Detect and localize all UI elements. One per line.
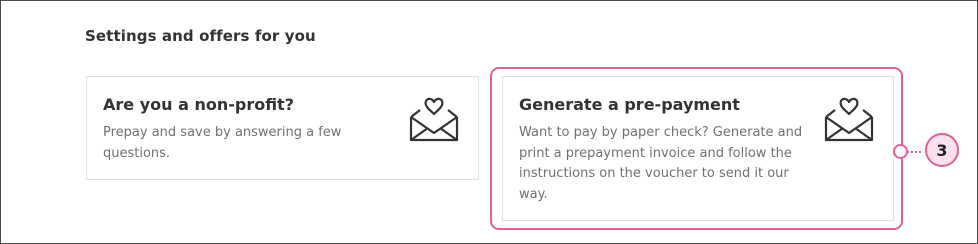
card-title: Are you a non-profit? bbox=[103, 95, 294, 114]
non-profit-card[interactable]: Are you a non-profit? Prepay and save by… bbox=[86, 76, 479, 180]
section-title: Settings and offers for you bbox=[85, 27, 316, 45]
callout-anchor-dot bbox=[893, 144, 908, 159]
envelope-heart-icon bbox=[409, 97, 459, 142]
callout-highlight-box bbox=[490, 67, 903, 230]
card-description: Prepay and save by answering a few quest… bbox=[103, 125, 342, 161]
callout-number-badge: 3 bbox=[925, 133, 959, 167]
